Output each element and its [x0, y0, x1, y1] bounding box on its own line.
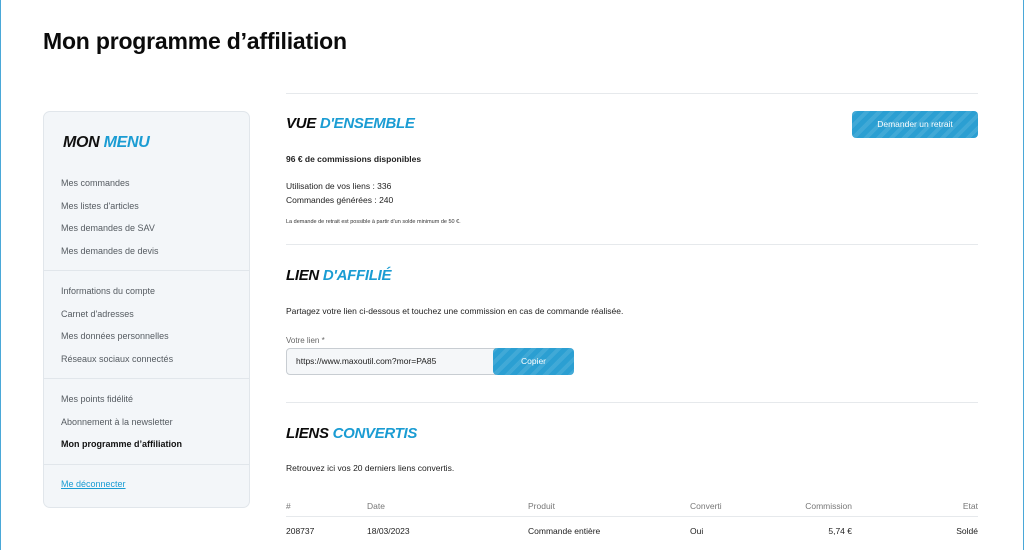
affiliate-title: LIEN D'AFFILIÉ	[286, 267, 392, 284]
sidebar-item-addresses[interactable]: Carnet d'adresses	[44, 303, 249, 326]
sidebar-title-part1: MON	[63, 134, 100, 151]
sidebar-item-loyalty[interactable]: Mes points fidélité	[44, 388, 249, 411]
affiliate-link-input[interactable]: https://www.maxoutil.com?mor=PA85	[286, 348, 496, 375]
sidebar-title-part2: MENU	[103, 134, 150, 151]
sidebar-item-sav[interactable]: Mes demandes de SAV	[44, 217, 249, 240]
sidebar-item-newsletter[interactable]: Abonnement à la newsletter	[44, 411, 249, 434]
overview-title: VUE D'ENSEMBLE	[286, 115, 415, 132]
cell-id: 208737	[286, 526, 315, 536]
sidebar-title: MON MENU	[63, 134, 150, 152]
overview-title-part2: D'ENSEMBLE	[319, 115, 415, 132]
sidebar-item-lists[interactable]: Mes listes d'articles	[44, 195, 249, 218]
affiliate-description: Partagez votre lien ci-dessous et touche…	[286, 306, 624, 316]
converted-title-part1: LIENS	[286, 425, 329, 442]
cell-date: 18/03/2023	[367, 526, 410, 536]
orders-generated-count: Commandes générées : 240	[286, 195, 394, 205]
link-usage-count: Utilisation de vos liens : 336	[286, 181, 392, 191]
affiliate-title-part1: LIEN	[286, 267, 319, 284]
cell-status: Soldé	[956, 526, 978, 536]
column-header-product: Produit	[528, 501, 555, 511]
cell-commission: 5,74 €	[828, 526, 852, 536]
converted-title: LIENS CONVERTIS	[286, 425, 417, 442]
section-divider	[286, 402, 978, 403]
affiliate-title-part2: D'AFFILIÉ	[322, 267, 392, 284]
column-header-commission: Commission	[805, 501, 852, 511]
copy-button[interactable]: Copier	[493, 348, 574, 375]
page-title: Mon programme d’affiliation	[43, 28, 347, 54]
converted-title-part2: CONVERTIS	[332, 425, 418, 442]
section-divider	[286, 244, 978, 245]
menu-divider	[44, 378, 249, 379]
sidebar-item-quotes[interactable]: Mes demandes de devis	[44, 240, 249, 263]
sidebar-item-affiliation[interactable]: Mon programme d’affiliation	[44, 433, 249, 456]
withdraw-button[interactable]: Demander un retrait	[852, 111, 978, 138]
table-header-row: # Date Produit Converti Commission Etat	[286, 495, 978, 517]
logout-link[interactable]: Me déconnecter	[61, 479, 126, 489]
overview-title-part1: VUE	[286, 115, 316, 132]
commissions-available: 96 € de commissions disponibles	[286, 154, 422, 164]
affiliate-link-label: Votre lien *	[286, 336, 325, 345]
section-divider	[286, 93, 978, 94]
sidebar-item-account-info[interactable]: Informations du compte	[44, 280, 249, 303]
menu-group-orders: Mes commandes Mes listes d'articles Mes …	[44, 172, 249, 262]
column-header-id: #	[286, 501, 291, 511]
withdraw-notice: La demande de retrait est possible à par…	[286, 219, 461, 225]
menu-divider	[44, 270, 249, 271]
sidebar-item-social[interactable]: Réseaux sociaux connectés	[44, 348, 249, 371]
menu-group-account: Informations du compte Carnet d'adresses…	[44, 280, 249, 370]
account-sidebar: MON MENU Mes commandes Mes listes d'arti…	[43, 111, 250, 508]
column-header-converted: Converti	[690, 501, 722, 511]
converted-description: Retrouvez ici vos 20 derniers liens conv…	[286, 463, 455, 473]
menu-group-loyalty: Mes points fidélité Abonnement à la news…	[44, 388, 249, 456]
column-header-date: Date	[367, 501, 385, 511]
menu-divider	[44, 464, 249, 465]
sidebar-item-personal-data[interactable]: Mes données personnelles	[44, 325, 249, 348]
converted-links-table: # Date Produit Converti Commission Etat …	[286, 495, 978, 547]
sidebar-item-orders[interactable]: Mes commandes	[44, 172, 249, 195]
column-header-status: Etat	[962, 501, 978, 511]
table-row: 208737 18/03/2023 Commande entière Oui 5…	[286, 517, 978, 547]
cell-product: Commande entière	[528, 526, 601, 536]
cell-converted: Oui	[690, 526, 704, 536]
